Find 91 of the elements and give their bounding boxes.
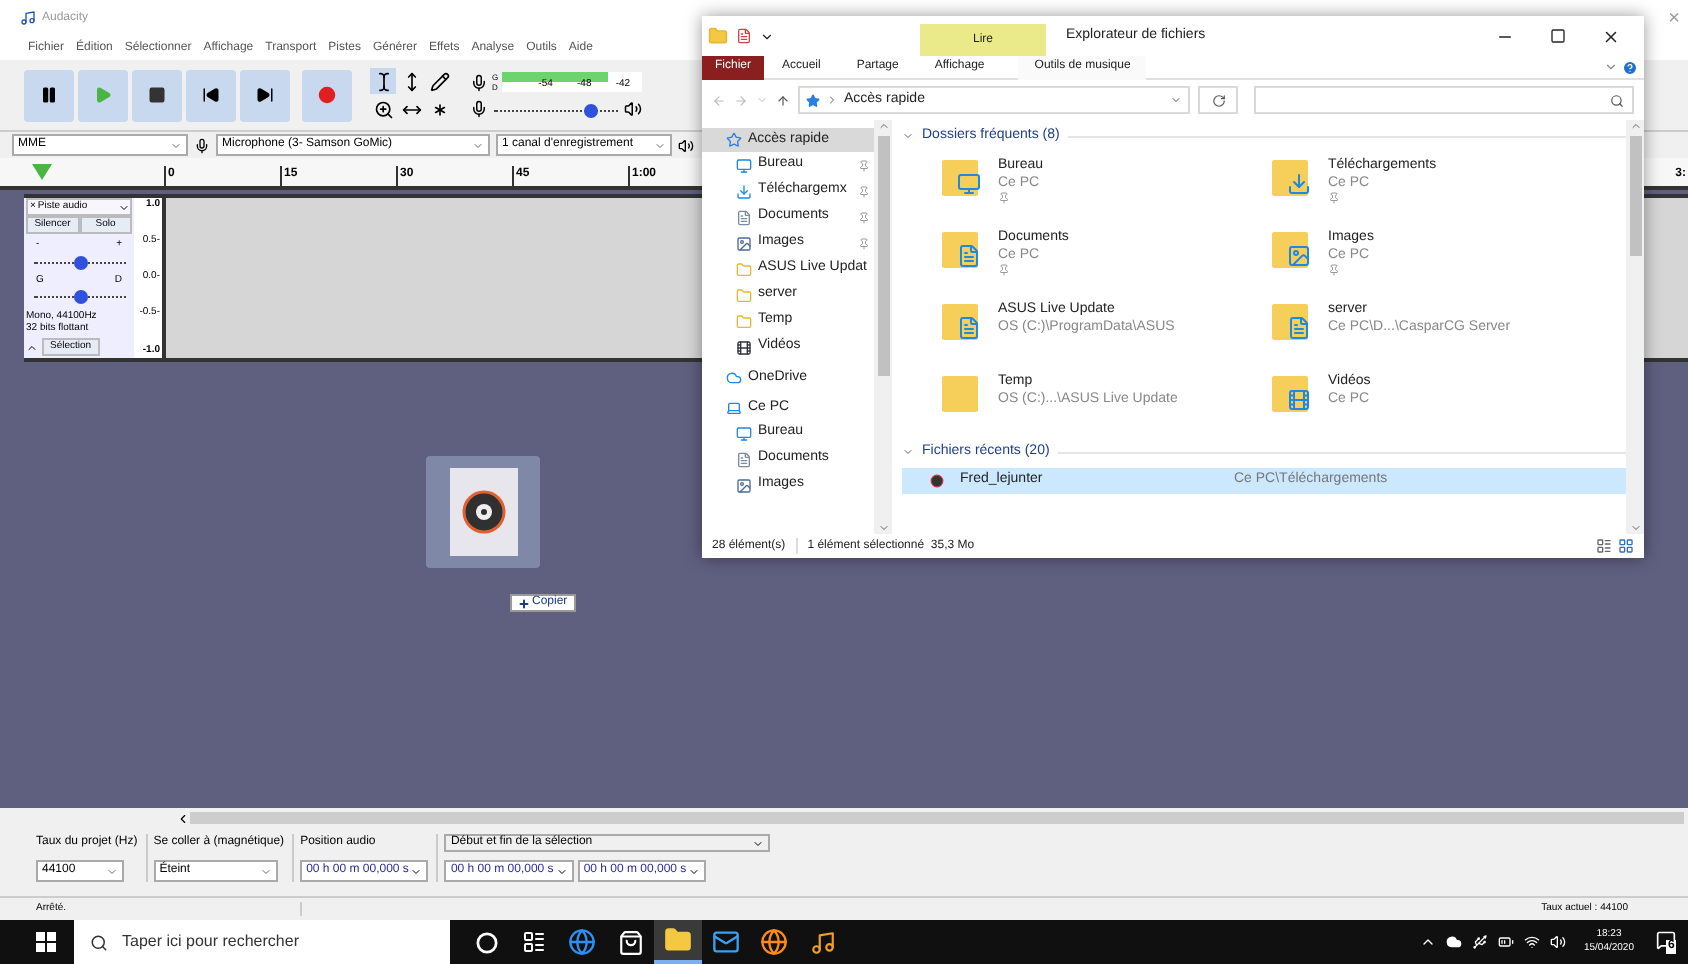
pause-button[interactable] [24, 69, 74, 121]
film-icon [736, 339, 752, 355]
details-view-icon[interactable] [1596, 538, 1612, 554]
star-icon [726, 132, 742, 148]
pan-slider[interactable] [34, 288, 126, 304]
taskbar-search-field[interactable]: Taper ici pour rechercher [74, 920, 450, 964]
microphone-icon[interactable] [470, 73, 488, 91]
image-icon [736, 235, 752, 251]
folder-icon[interactable] [664, 926, 692, 954]
refresh-icon [1211, 93, 1225, 107]
pencil-icon [429, 71, 449, 91]
caret-icon [654, 139, 666, 151]
folder-icon [736, 287, 752, 303]
caret-icon [1170, 94, 1182, 106]
stop-icon [148, 86, 166, 104]
folder-icon [736, 261, 752, 277]
stop-button[interactable] [132, 69, 182, 121]
folder-icon [942, 156, 986, 196]
asterisk-icon [429, 99, 449, 119]
maximize-icon[interactable] [1550, 28, 1566, 44]
app-logo-icon [20, 10, 36, 26]
caret-icon [752, 837, 765, 849]
download-icon [736, 183, 752, 199]
circle-icon[interactable] [475, 931, 497, 953]
folder-icon [736, 313, 752, 329]
record-button[interactable] [302, 69, 352, 121]
speaker-icon[interactable] [1549, 934, 1566, 950]
selection-tool-button[interactable] [370, 68, 396, 94]
skip-back-icon [202, 86, 220, 104]
caret-icon [106, 865, 118, 877]
customize-icon[interactable] [760, 29, 774, 43]
caret-icon [410, 865, 423, 877]
microphone-icon [194, 137, 210, 153]
expand-ribbon-icon[interactable] [1604, 60, 1618, 74]
start-button[interactable] [186, 69, 236, 121]
speaker-icon[interactable] [624, 100, 642, 118]
zoom-icon [373, 99, 393, 119]
mail-icon[interactable] [712, 928, 740, 956]
windows-logo-icon[interactable] [36, 932, 56, 952]
tiles-view-icon[interactable] [1618, 538, 1634, 554]
draw-tool-button[interactable] [426, 68, 452, 94]
microphone-icon[interactable] [470, 100, 488, 118]
music-note-icon[interactable] [809, 929, 835, 955]
globe-icon[interactable] [568, 928, 596, 956]
chevron-right-icon [826, 94, 838, 106]
search-icon [1610, 93, 1624, 107]
volume-slider[interactable] [494, 101, 618, 117]
plus-icon [518, 597, 530, 609]
close-icon[interactable] [1602, 27, 1620, 45]
play-icon [94, 86, 112, 104]
computer-icon [726, 400, 742, 416]
help-icon[interactable] [1622, 59, 1638, 75]
text-cursor-icon [373, 71, 393, 91]
document-icon [736, 209, 752, 225]
properties-icon[interactable] [736, 28, 752, 44]
battery-icon[interactable] [1497, 934, 1514, 950]
scroll-left-icon[interactable] [176, 811, 190, 825]
cloud-icon[interactable] [1445, 934, 1462, 950]
cloud-icon [726, 370, 742, 386]
caret-icon [688, 865, 701, 877]
monitor-icon [736, 425, 752, 441]
globe-icon[interactable] [760, 928, 788, 956]
usb-icon[interactable] [1471, 934, 1488, 950]
collapse-icon[interactable] [26, 341, 38, 353]
monitor-icon [736, 157, 752, 173]
task-view-icon[interactable] [522, 930, 546, 954]
search-field[interactable] [1254, 86, 1634, 114]
music-disc-icon [930, 474, 944, 488]
wifi-icon[interactable] [1523, 934, 1540, 950]
menu-caret-icon[interactable] [118, 201, 130, 213]
up-icon[interactable] [776, 93, 790, 107]
skip-forward-icon [256, 86, 274, 104]
music-disc-icon [461, 490, 505, 534]
refresh-button[interactable] [1198, 86, 1238, 114]
speaker-icon [678, 137, 694, 153]
zoom-tool-button[interactable] [370, 96, 396, 122]
horizontal-scrollbar[interactable] [190, 812, 1684, 824]
caret-icon [555, 865, 568, 877]
image-icon [736, 477, 752, 493]
search-icon [90, 933, 108, 951]
end-button[interactable] [240, 69, 290, 121]
caret-icon [259, 865, 272, 877]
star-icon [806, 93, 820, 107]
pause-icon [40, 86, 58, 104]
chevron-up-icon[interactable] [1419, 934, 1436, 950]
shopping-bag-icon[interactable] [617, 929, 643, 955]
gain-slider[interactable] [34, 253, 126, 269]
record-icon [318, 86, 336, 104]
caret-icon [170, 139, 182, 151]
document-icon [736, 451, 752, 467]
caret-icon [472, 139, 484, 151]
